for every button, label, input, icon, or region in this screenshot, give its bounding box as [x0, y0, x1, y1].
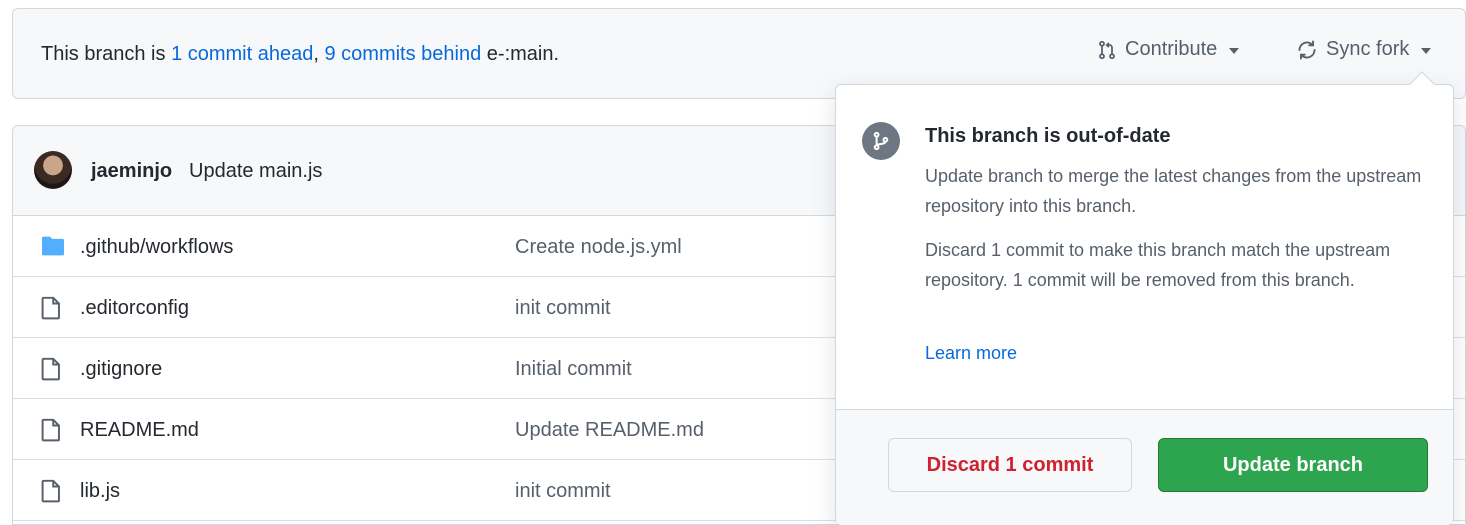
file-name-link[interactable]: lib.js: [80, 480, 120, 503]
file-name-link[interactable]: .gitignore: [80, 358, 162, 381]
file-name-link[interactable]: .editorconfig: [80, 297, 189, 320]
file-icon: [40, 479, 66, 503]
commits-ahead-link[interactable]: 1 commit ahead: [171, 43, 313, 65]
file-icon: [40, 418, 66, 442]
branch-status-suffix: e-:main.: [481, 43, 560, 65]
sync-fork-popover: This branch is out-of-date Update branch…: [835, 84, 1454, 525]
file-commit-link[interactable]: init commit: [515, 480, 611, 503]
file-name-link[interactable]: .github/workflows: [80, 236, 233, 259]
chevron-down-icon: [1421, 47, 1432, 54]
branch-status-text: This branch is 1 commit ahead, 9 commits…: [41, 43, 559, 66]
learn-more-link[interactable]: Learn more: [925, 343, 1017, 364]
commit-message-link[interactable]: Update main.js: [189, 160, 322, 183]
chevron-down-icon: [1229, 47, 1240, 54]
discard-commit-button[interactable]: Discard 1 commit: [888, 438, 1132, 492]
file-name-link[interactable]: README.md: [80, 419, 199, 442]
contribute-button[interactable]: Contribute: [1097, 38, 1240, 61]
popover-footer: Discard 1 commit Update branch: [836, 409, 1453, 525]
file-commit-link[interactable]: Create node.js.yml: [515, 236, 682, 259]
contribute-label: Contribute: [1125, 38, 1218, 60]
branch-status-sep: ,: [313, 43, 325, 65]
pull-request-icon: [1097, 39, 1117, 61]
file-commit-link[interactable]: Initial commit: [515, 358, 632, 381]
file-icon: [40, 296, 66, 320]
avatar[interactable]: [34, 151, 72, 189]
file-commit-link[interactable]: Update README.md: [515, 419, 704, 442]
popover-update-description: Update branch to merge the latest change…: [925, 166, 1422, 216]
update-branch-button[interactable]: Update branch: [1158, 438, 1428, 492]
commits-behind-link[interactable]: 9 commits behind: [324, 43, 481, 65]
file-icon: [40, 357, 66, 381]
folder-icon: [40, 235, 66, 259]
popover-title: This branch is out-of-date: [925, 125, 1171, 147]
branch-status-prefix: This branch is: [41, 43, 172, 65]
sync-fork-label: Sync fork: [1326, 38, 1410, 60]
git-branch-icon: [862, 122, 900, 160]
sync-icon: [1296, 39, 1318, 61]
sync-fork-button[interactable]: Sync fork: [1296, 38, 1432, 61]
commit-author-link[interactable]: jaeminjo: [91, 160, 172, 183]
file-commit-link[interactable]: init commit: [515, 297, 611, 320]
popover-discard-description: Discard 1 commit to make this branch mat…: [925, 240, 1391, 290]
